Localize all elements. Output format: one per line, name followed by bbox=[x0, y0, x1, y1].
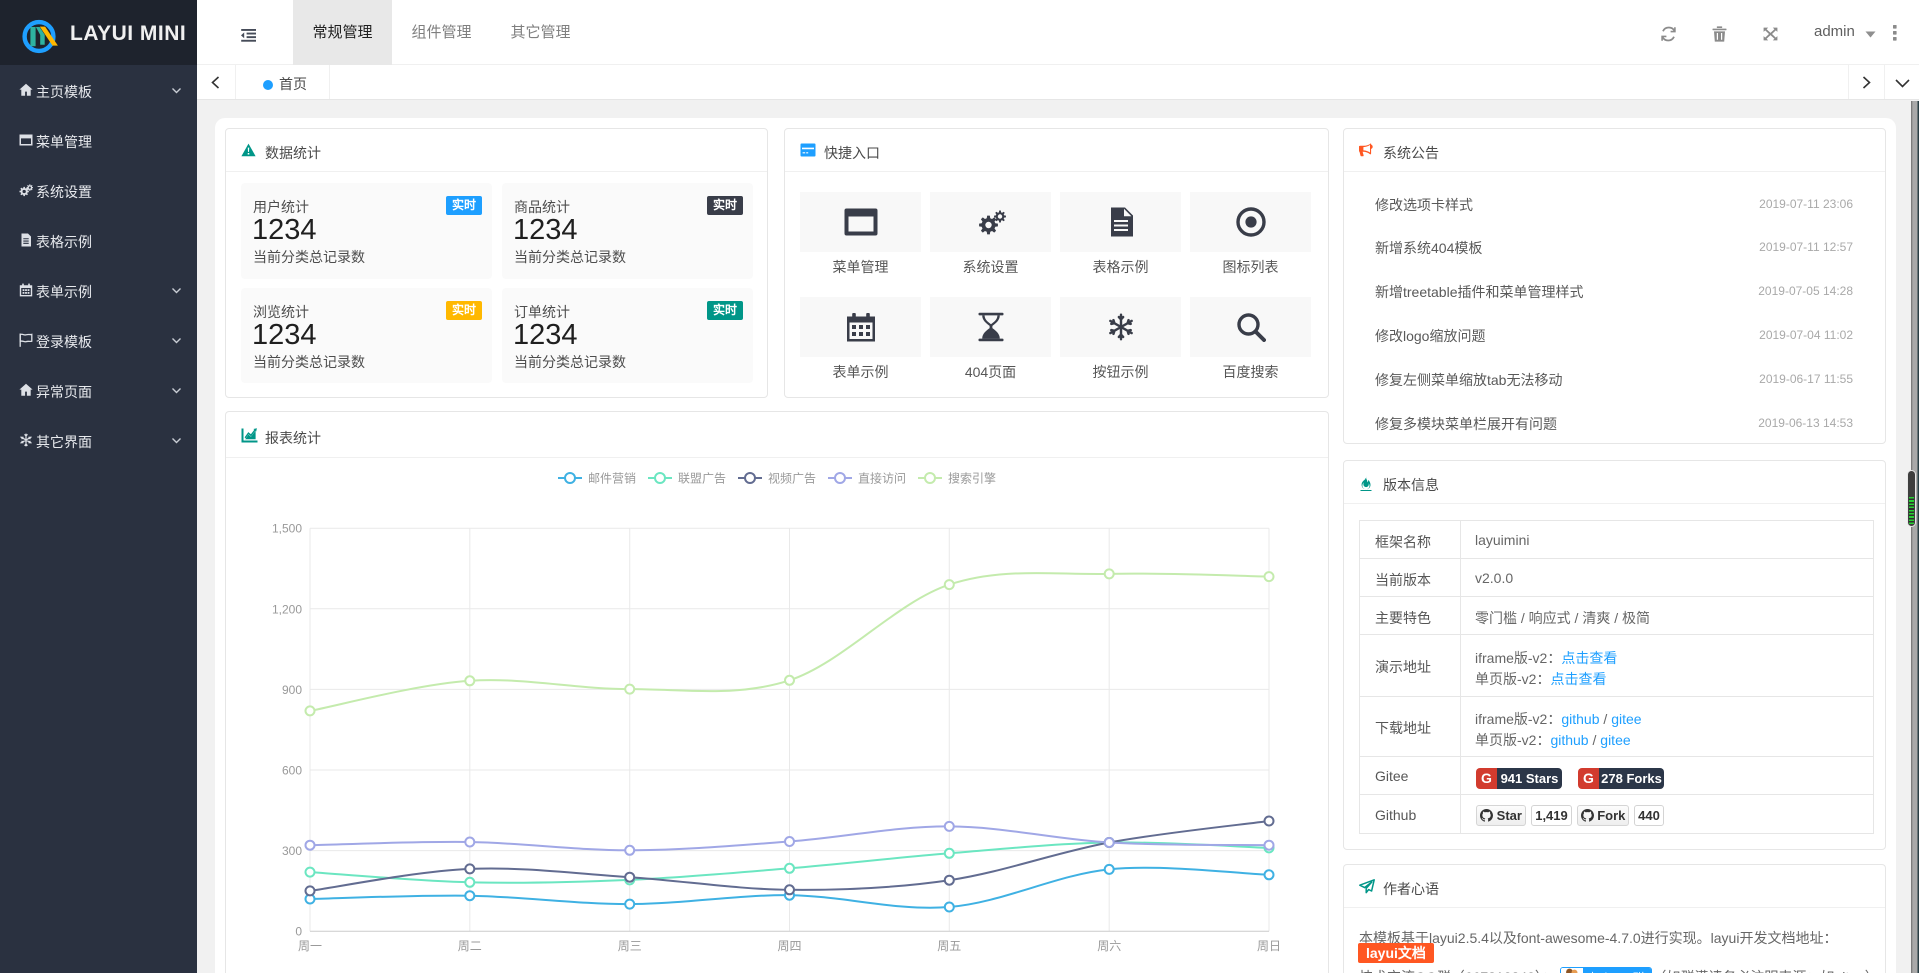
svg-text:周日: 周日 bbox=[1257, 939, 1281, 953]
svg-text:900: 900 bbox=[282, 683, 302, 697]
svg-text:邮件营销: 邮件营销 bbox=[588, 472, 636, 486]
svg-text:300: 300 bbox=[282, 844, 302, 858]
svg-text:1,500: 1,500 bbox=[272, 522, 302, 536]
svg-text:视频广告: 视频广告 bbox=[768, 471, 816, 486]
svg-text:直接访问: 直接访问 bbox=[858, 471, 906, 486]
svg-text:联盟广告: 联盟广告 bbox=[678, 472, 726, 486]
svg-text:600: 600 bbox=[282, 764, 302, 778]
svg-text:搜索引擎: 搜索引擎 bbox=[948, 471, 996, 486]
svg-text:周四: 周四 bbox=[777, 939, 801, 953]
svg-text:周二: 周二 bbox=[458, 939, 482, 953]
svg-text:0: 0 bbox=[295, 925, 302, 939]
svg-text:周一: 周一 bbox=[298, 939, 322, 953]
svg-text:周五: 周五 bbox=[937, 939, 961, 953]
svg-text:周六: 周六 bbox=[1097, 939, 1121, 953]
svg-text:1,200: 1,200 bbox=[272, 602, 302, 616]
svg-text:周三: 周三 bbox=[618, 939, 642, 953]
